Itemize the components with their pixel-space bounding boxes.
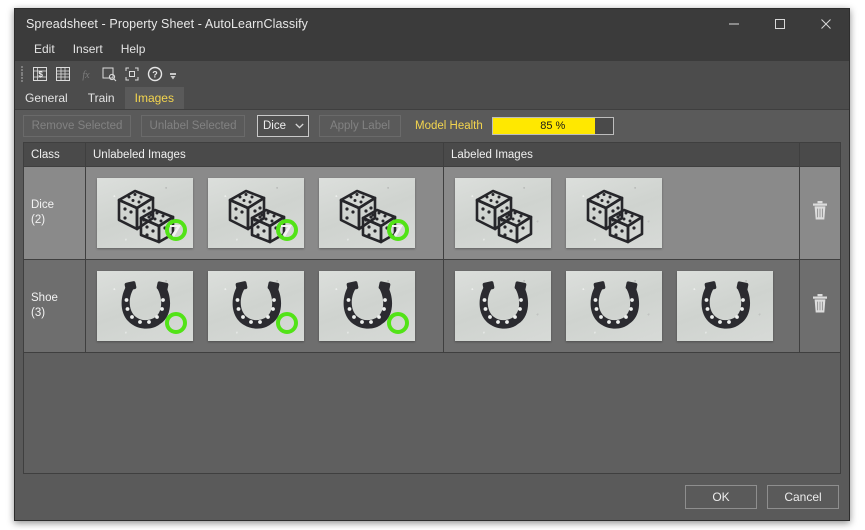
cancel-button[interactable]: Cancel bbox=[767, 485, 839, 509]
green-ring-unlabeled-icon bbox=[163, 217, 189, 243]
menu-bar: Edit Insert Help bbox=[15, 38, 849, 61]
dice-thumbnail-unlabeled[interactable] bbox=[97, 178, 193, 248]
column-header-unlabeled: Unlabeled Images bbox=[86, 143, 444, 166]
menu-item-insert[interactable]: Insert bbox=[64, 40, 112, 59]
action-bar: Remove Selected Unlabel Selected Dice Ap… bbox=[15, 110, 849, 142]
title-bar: Spreadsheet - Property Sheet - AutoLearn… bbox=[15, 9, 849, 38]
tab-train[interactable]: Train bbox=[78, 87, 125, 109]
column-header-actions bbox=[800, 143, 840, 166]
window-controls bbox=[711, 9, 849, 38]
green-ring-unlabeled-icon bbox=[163, 310, 189, 336]
labeled-thumbnail-list bbox=[444, 178, 662, 248]
ok-button[interactable]: OK bbox=[685, 485, 757, 509]
green-ring-unlabeled-icon bbox=[385, 217, 411, 243]
column-header-labeled: Labeled Images bbox=[444, 143, 800, 166]
green-ring-unlabeled-icon bbox=[274, 217, 300, 243]
row-labeled-cell bbox=[444, 260, 800, 352]
drag-grip-icon[interactable] bbox=[19, 65, 26, 83]
toolbar: $ fx bbox=[15, 61, 849, 87]
class-label: Shoe (3) bbox=[31, 291, 58, 321]
close-button[interactable] bbox=[803, 9, 849, 38]
dice-thumbnail-labeled[interactable] bbox=[455, 178, 551, 248]
labeled-thumbnail-list bbox=[444, 271, 773, 341]
apply-label-button[interactable]: Apply Label bbox=[319, 115, 401, 137]
model-health-progress: 85 % bbox=[492, 117, 614, 135]
menu-item-help[interactable]: Help bbox=[112, 40, 155, 59]
grid-empty-area bbox=[24, 353, 840, 473]
window-title: Spreadsheet - Property Sheet - AutoLearn… bbox=[15, 17, 308, 31]
grid-header-row: Class Unlabeled Images Labeled Images bbox=[24, 143, 840, 167]
green-ring-unlabeled-icon bbox=[274, 310, 300, 336]
svg-text:?: ? bbox=[152, 70, 158, 80]
trash-icon[interactable] bbox=[811, 200, 829, 226]
row-class-cell: Shoe (3) bbox=[24, 260, 86, 352]
dialog-footer: OK Cancel bbox=[15, 474, 849, 520]
tab-images[interactable]: Images bbox=[125, 87, 184, 109]
fx-formula-icon: fx bbox=[75, 64, 96, 84]
spreadsheet-currency-icon[interactable]: $ bbox=[29, 64, 50, 84]
unlabeled-thumbnail-list bbox=[86, 271, 415, 341]
column-header-class: Class bbox=[24, 143, 86, 166]
svg-text:fx: fx bbox=[82, 70, 90, 81]
dice-thumbnail-unlabeled[interactable] bbox=[319, 178, 415, 248]
horseshoe-thumbnail-unlabeled[interactable] bbox=[319, 271, 415, 341]
horseshoe-thumbnail-unlabeled[interactable] bbox=[208, 271, 304, 341]
tab-strip: General Train Images bbox=[15, 87, 849, 110]
horseshoe-thumbnail-labeled[interactable] bbox=[566, 271, 662, 341]
row-class-cell: Dice (2) bbox=[24, 167, 86, 259]
row-actions-cell bbox=[800, 167, 840, 259]
unlabel-selected-button[interactable]: Unlabel Selected bbox=[141, 115, 245, 137]
horseshoe-thumbnail-labeled[interactable] bbox=[677, 271, 773, 341]
dice-thumbnail-labeled[interactable] bbox=[566, 178, 662, 248]
table-grid-icon[interactable] bbox=[52, 64, 73, 84]
row-unlabeled-cell bbox=[86, 167, 444, 259]
grid-body: Dice (2) bbox=[24, 167, 840, 473]
dice-thumbnail-unlabeled[interactable] bbox=[208, 178, 304, 248]
svg-text:$: $ bbox=[38, 70, 43, 79]
fit-to-window-icon[interactable] bbox=[121, 64, 142, 84]
help-circle-icon[interactable]: ? bbox=[144, 64, 165, 84]
class-select[interactable]: Dice bbox=[257, 115, 309, 137]
trash-icon[interactable] bbox=[811, 293, 829, 319]
row-actions-cell bbox=[800, 260, 840, 352]
class-label: Dice (2) bbox=[31, 198, 54, 228]
model-health-label: Model Health bbox=[415, 120, 483, 132]
class-select-value: Dice bbox=[263, 120, 286, 132]
unlabeled-thumbnail-list bbox=[86, 178, 415, 248]
remove-selected-button[interactable]: Remove Selected bbox=[23, 115, 131, 137]
toolbar-overflow-icon[interactable] bbox=[167, 64, 179, 84]
maximize-button[interactable] bbox=[757, 9, 803, 38]
table-row[interactable]: Dice (2) bbox=[24, 167, 840, 260]
horseshoe-thumbnail-labeled[interactable] bbox=[455, 271, 551, 341]
menu-item-edit[interactable]: Edit bbox=[25, 40, 64, 59]
horseshoe-thumbnail-unlabeled[interactable] bbox=[97, 271, 193, 341]
table-row[interactable]: Shoe (3) bbox=[24, 260, 840, 353]
green-ring-unlabeled-icon bbox=[385, 310, 411, 336]
tab-general[interactable]: General bbox=[15, 87, 78, 109]
row-labeled-cell bbox=[444, 167, 800, 259]
minimize-button[interactable] bbox=[711, 9, 757, 38]
chevron-down-icon bbox=[295, 123, 304, 129]
images-grid: Class Unlabeled Images Labeled Images Di… bbox=[23, 142, 841, 474]
property-sheet-window: Spreadsheet - Property Sheet - AutoLearn… bbox=[14, 8, 850, 521]
model-health-value: 85 % bbox=[493, 118, 613, 134]
select-region-icon[interactable] bbox=[98, 64, 119, 84]
row-unlabeled-cell bbox=[86, 260, 444, 352]
